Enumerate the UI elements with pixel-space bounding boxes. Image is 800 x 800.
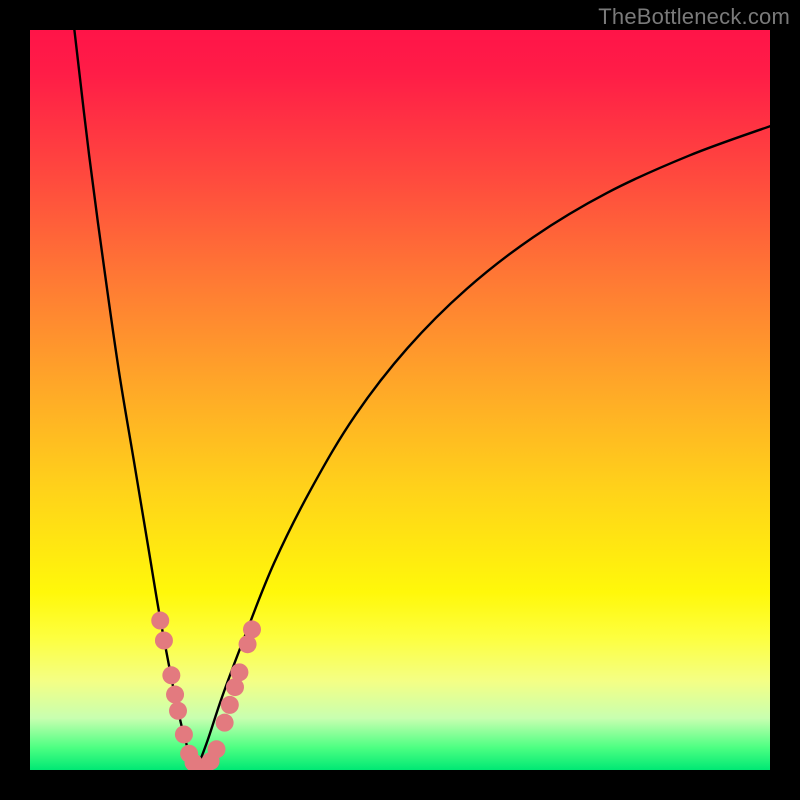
chart-dot <box>216 714 234 732</box>
chart-dot <box>169 702 187 720</box>
left-curve <box>74 30 196 770</box>
chart-dot <box>155 632 173 650</box>
chart-frame: TheBottleneck.com <box>0 0 800 800</box>
chart-dot <box>243 620 261 638</box>
watermark-text: TheBottleneck.com <box>598 4 790 30</box>
chart-dot <box>230 663 248 681</box>
right-curve <box>197 126 771 770</box>
chart-dot <box>207 740 225 758</box>
chart-dot <box>175 725 193 743</box>
chart-dot <box>162 666 180 684</box>
chart-dot <box>166 686 184 704</box>
chart-svg <box>30 30 770 770</box>
chart-dot <box>151 612 169 630</box>
chart-plot-area <box>30 30 770 770</box>
chart-dot <box>221 696 239 714</box>
